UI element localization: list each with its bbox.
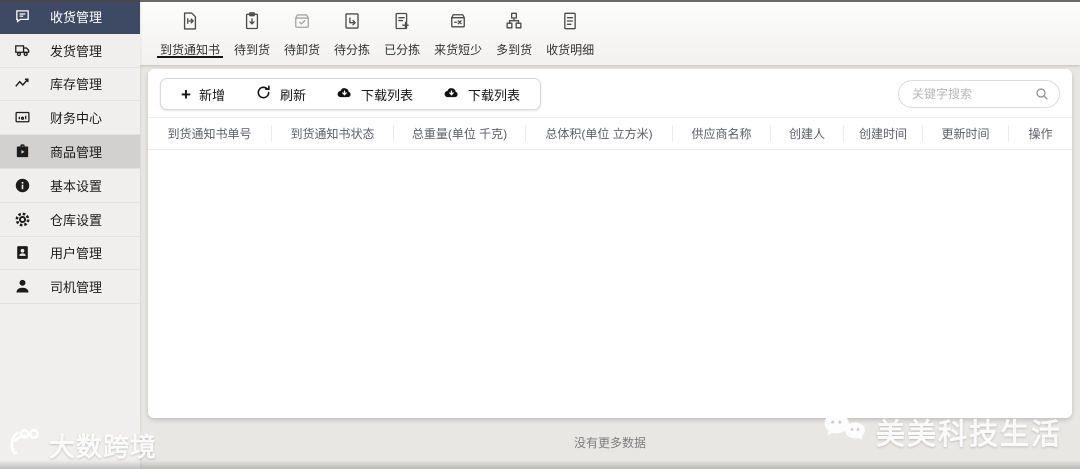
tab-label: 已分拣 xyxy=(384,43,421,57)
document-plus-icon xyxy=(392,11,412,36)
table-column-header: 创建人 xyxy=(770,125,843,142)
cloud-download-icon xyxy=(443,84,460,104)
sidebar-item-label: 基本设置 xyxy=(50,178,103,194)
refresh-button-label: 刷新 xyxy=(279,87,306,103)
sidebar-item-basic-settings[interactable]: 基本设置 xyxy=(0,169,140,203)
tab-label: 待分拣 xyxy=(334,43,371,57)
search-icon[interactable] xyxy=(1034,86,1050,102)
table-column-header: 总体积(单位 立方米) xyxy=(525,125,672,142)
blocks-icon xyxy=(504,11,524,36)
sidebar-item-finance-center[interactable]: 财务中心 xyxy=(0,101,140,136)
sidebar-item-label: 财务中心 xyxy=(50,111,103,127)
sidebar: 收货管理 发货管理 库存管理 财务中心 商品管理 基本设置 仓库设置 用户管理 … xyxy=(0,0,156,469)
download-list-button-2[interactable]: 下载列表 xyxy=(428,84,535,104)
trend-line-icon xyxy=(13,75,31,93)
tab-receipt-detail[interactable]: 收货明细 xyxy=(546,0,594,65)
tab-label: 待到货 xyxy=(234,43,271,57)
sidebar-item-label: 发货管理 xyxy=(50,43,103,59)
document-list-icon xyxy=(560,11,580,36)
tab-label: 多到货 xyxy=(496,43,533,57)
table-header-row: 到货通知书单号 到货通知书状态 总重量(单位 千克) 总体积(单位 立方米) 供… xyxy=(148,117,1072,150)
search-box[interactable] xyxy=(898,80,1060,108)
tab-pending-sort[interactable]: 待分拣 xyxy=(334,0,370,65)
cloud-download-icon xyxy=(336,84,353,104)
sidebar-item-product-management[interactable]: 商品管理 xyxy=(0,135,140,169)
empty-state-text: 没有更多数据 xyxy=(573,436,646,450)
box-x-icon xyxy=(448,11,468,36)
sidebar-item-inventory-management[interactable]: 库存管理 xyxy=(0,68,140,102)
watermark-dashu-kuajing: 大数跨境 xyxy=(6,426,157,465)
sidebar-item-label: 库存管理 xyxy=(50,77,103,93)
finance-chart-icon xyxy=(13,109,31,127)
tab-label: 来货短少 xyxy=(434,43,483,57)
toolbar: + 新增 刷新 下载列表 下载列表 关键字搜索 xyxy=(148,69,1072,117)
content-card: + 新增 刷新 下载列表 下载列表 关键字搜索 到货通知书单号 到货通知书状态 … xyxy=(148,69,1072,418)
sidebar-item-user-management[interactable]: 用户管理 xyxy=(0,237,140,271)
sidebar-item-driver-management[interactable]: 司机管理 xyxy=(0,270,140,305)
plus-icon: + xyxy=(181,84,191,104)
tab-label: 收货明细 xyxy=(546,43,595,57)
add-button-label: 新增 xyxy=(198,87,225,103)
sidebar-item-warehouse-settings[interactable]: 仓库设置 xyxy=(0,203,140,237)
dashu-logo-icon xyxy=(6,426,44,465)
add-button[interactable]: + 新增 xyxy=(166,85,240,104)
tab-sorted[interactable]: 已分拣 xyxy=(384,0,420,65)
tab-pending-arrival[interactable]: 待到货 xyxy=(234,0,270,65)
tab-label: 到货通知书 xyxy=(160,43,221,57)
box-return-arrow-icon xyxy=(342,11,362,36)
sidebar-item-label: 收货管理 xyxy=(50,9,103,25)
download-list-button-label: 下载列表 xyxy=(360,87,413,103)
toolbar-button-group: + 新增 刷新 下载列表 下载列表 xyxy=(160,78,541,110)
table-column-header: 供应商名称 xyxy=(672,125,770,142)
tab-label: 待卸货 xyxy=(284,43,321,57)
truck-icon xyxy=(13,41,31,59)
table-column-header: 操作 xyxy=(1008,125,1072,142)
search-input[interactable] xyxy=(912,87,1034,101)
tab-arrival-shortage[interactable]: 来货短少 xyxy=(434,0,482,65)
info-icon xyxy=(13,176,31,194)
person-icon xyxy=(13,278,31,296)
table-column-header: 到货通知书单号 xyxy=(167,127,252,141)
id-badge-icon xyxy=(13,244,31,262)
download-list-button-2-label: 下载列表 xyxy=(467,87,520,103)
table-column-header: 更新时间 xyxy=(922,125,1008,142)
message-icon xyxy=(13,7,31,25)
refresh-button[interactable]: 刷新 xyxy=(240,84,321,104)
sidebar-item-label: 商品管理 xyxy=(50,145,103,161)
table-column-header: 到货通知书状态 xyxy=(271,125,393,142)
sidebar-item-receiving-management[interactable]: 收货管理 xyxy=(0,0,140,34)
tab-bar: 到货通知书 待到货 待卸货 待分拣 已分拣 来货短少 多到货 收货明细 xyxy=(140,0,1080,65)
table-column-header: 总重量(单位 千克) xyxy=(393,125,525,142)
sidebar-item-label: 仓库设置 xyxy=(50,212,103,228)
table-body-empty xyxy=(148,150,1072,418)
refresh-icon xyxy=(255,84,272,104)
box-check-icon xyxy=(292,11,312,36)
briefcase-icon xyxy=(13,143,31,161)
sidebar-item-label: 司机管理 xyxy=(50,280,103,296)
tab-arrival-notice[interactable]: 到货通知书 xyxy=(156,0,224,65)
content-area: + 新增 刷新 下载列表 下载列表 关键字搜索 到货通知书单号 到货通知书状态 … xyxy=(140,65,1080,469)
app-window: 收货管理 发货管理 库存管理 财务中心 商品管理 基本设置 仓库设置 用户管理 … xyxy=(0,0,1080,469)
gear-icon xyxy=(13,210,31,228)
tab-pending-unload[interactable]: 待卸货 xyxy=(284,0,320,65)
sidebar-item-shipping-management[interactable]: 发货管理 xyxy=(0,34,140,68)
download-list-button[interactable]: 下载列表 xyxy=(321,84,428,104)
tab-overage-arrival[interactable]: 多到货 xyxy=(496,0,532,65)
clipboard-down-icon xyxy=(242,11,262,36)
table-column-header: 创建时间 xyxy=(843,125,922,142)
sidebar-item-label: 用户管理 xyxy=(50,246,103,262)
main-area: 到货通知书 待到货 待卸货 待分拣 已分拣 来货短少 多到货 收货明细 + 新增… xyxy=(140,0,1080,469)
document-arrow-icon xyxy=(180,11,200,36)
